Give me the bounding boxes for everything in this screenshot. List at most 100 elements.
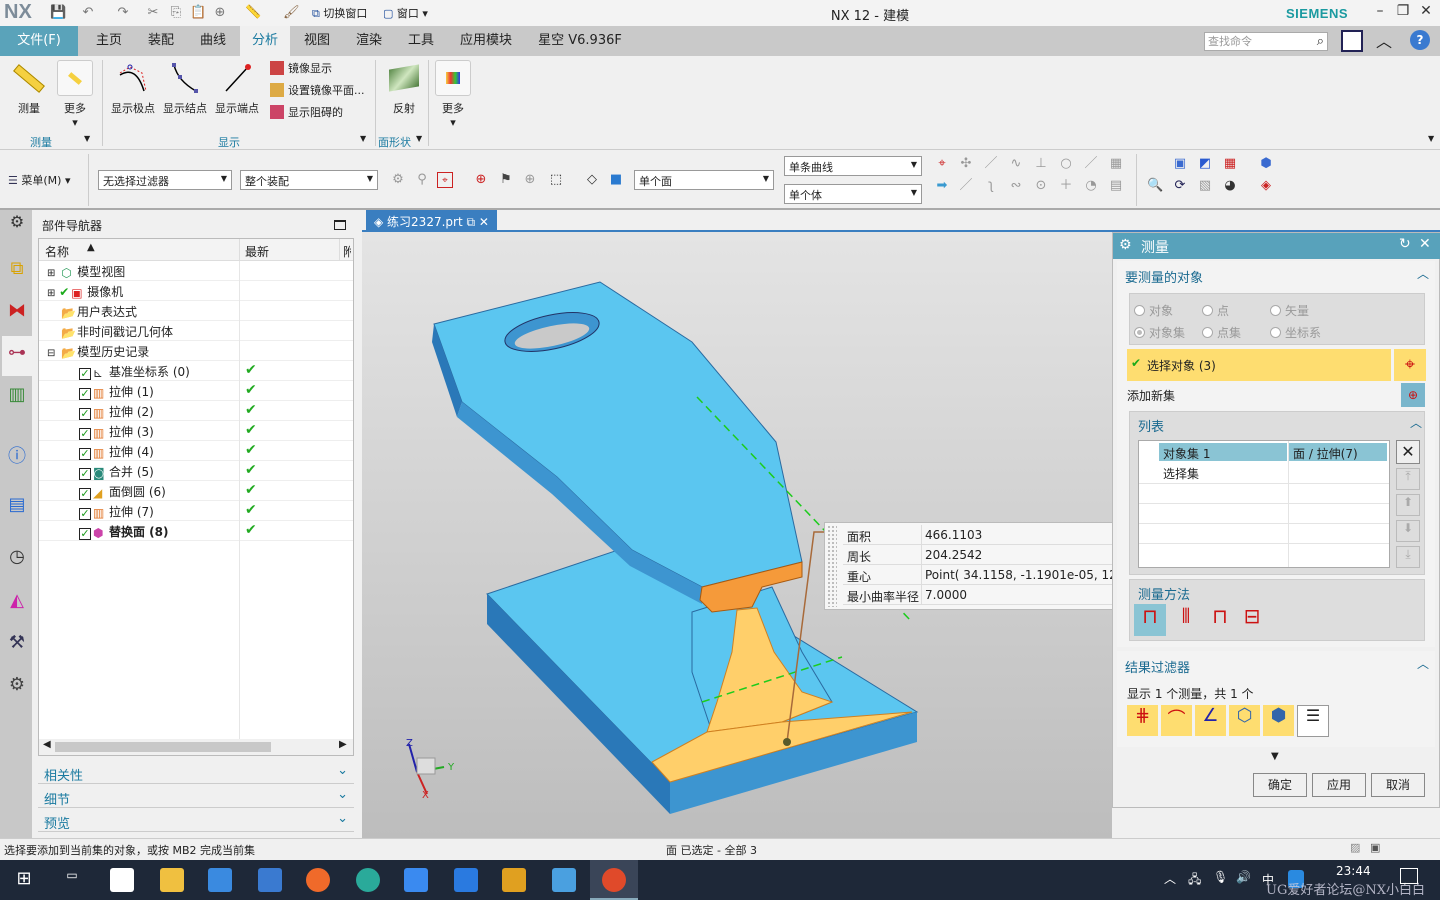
task-view-icon[interactable]: ▭ [60, 868, 84, 892]
visibility-checkbox[interactable]: ✓ [79, 468, 91, 480]
visibility-checkbox[interactable]: ✓ [79, 528, 91, 540]
cancel-button[interactable]: 取消 [1371, 773, 1425, 797]
search-icon[interactable]: ⌕ [1317, 33, 1324, 50]
clock[interactable]: 23:44 [1336, 864, 1371, 878]
tree-node[interactable]: ✓ ⬢ 替换面 (8) ✔ [39, 521, 353, 541]
arrow-icon[interactable]: ➡ [934, 178, 950, 194]
firefox-icon[interactable] [306, 868, 330, 892]
reflection-button[interactable]: 反射 [382, 60, 426, 116]
rotate-icon[interactable]: ⟳ [1172, 178, 1188, 194]
edge-icon[interactable] [356, 868, 380, 892]
filter-angle-icon[interactable]: ∠ [1195, 705, 1226, 736]
snap-icon[interactable]: ✣ [958, 156, 974, 172]
method-stacked-icon[interactable]: ⊟ [1236, 604, 1268, 636]
web-browser-icon[interactable]: ▤ [4, 494, 30, 520]
center-icon[interactable]: ⊙ [1033, 178, 1049, 194]
body-select-icon[interactable]: ■ [608, 172, 624, 188]
reuse-library-icon[interactable]: ▥ [4, 384, 30, 410]
maximize-icon[interactable] [334, 220, 346, 230]
selection-scope-dropdown[interactable]: 整个装配 [240, 170, 378, 190]
group-expand-icon[interactable]: ▼ [416, 134, 422, 143]
media-player-icon[interactable] [110, 868, 134, 892]
show-poles-button[interactable]: 显示极点 [108, 60, 158, 116]
visibility-checkbox[interactable]: ✓ [79, 368, 91, 380]
tab-file[interactable]: 文件(F) [0, 26, 78, 56]
tab-xingkong[interactable]: 星空 V6.936F [530, 26, 630, 56]
menu-button[interactable]: ☰ 菜单(M) ▾ [8, 172, 70, 188]
intersect-icon[interactable]: ⊥ [1033, 156, 1049, 172]
circle-icon[interactable]: ○ [1058, 156, 1074, 172]
tree-node[interactable]: ✓ ◙ 合并 (5) ✔ [39, 461, 353, 481]
tree-node[interactable]: ✓ ▥ 拉伸 (4) ✔ [39, 441, 353, 461]
palette-icon[interactable]: ◭ [4, 590, 30, 616]
network-icon[interactable]: 🖧 [1188, 870, 1201, 891]
external-icon[interactable]: ⧉ [467, 215, 476, 229]
measure-result-box[interactable]: 面积 466.1103 周长 204.2542 重心 Point( 34.1158, … [824, 522, 1115, 610]
ribbon-options-icon[interactable]: ▼ [1428, 134, 1434, 143]
fullscreen-icon[interactable] [1341, 30, 1363, 52]
expand-icon[interactable]: ⊞ [47, 268, 55, 279]
measure-button[interactable]: 测量 [6, 60, 52, 116]
face-snap-icon[interactable]: ◔ [1083, 178, 1099, 194]
reset-icon[interactable]: ↻ [1399, 236, 1411, 252]
radio-vector[interactable]: 矢量 [1270, 302, 1309, 319]
filter-list-icon[interactable]: ☰ [1297, 705, 1329, 737]
store-icon[interactable] [208, 868, 232, 892]
move-top-button[interactable]: ⤒ [1396, 468, 1420, 490]
shield-app-icon[interactable] [454, 868, 478, 892]
photos-icon[interactable] [552, 868, 576, 892]
help-icon[interactable]: ? [1410, 30, 1430, 50]
crosshair-select-button[interactable]: ⌖ [1394, 349, 1426, 381]
tab-curve[interactable]: 曲线 [188, 26, 238, 56]
add-new-set-button[interactable]: ⊕ [1401, 383, 1425, 407]
close-button[interactable]: ✕ [1416, 3, 1436, 19]
list-row-set1[interactable]: 对象集 1 [1159, 443, 1287, 461]
list-row-set1-value[interactable]: 面 / 拉伸(7) [1289, 443, 1387, 461]
curve-rule-dropdown[interactable]: 单条曲线 [784, 156, 922, 176]
tab-view[interactable]: 视图 [292, 26, 342, 56]
roles-icon[interactable]: ⚒ [4, 632, 30, 658]
render-style-icon[interactable]: ◕ [1222, 178, 1238, 194]
section-dependencies[interactable]: 相关性 ⌄ [38, 762, 354, 784]
delete-set-button[interactable]: ✕ [1396, 440, 1420, 464]
collapse-icon[interactable]: ⊟ [47, 348, 55, 359]
section-preview[interactable]: 预览 ⌄ [38, 810, 354, 832]
volume-icon[interactable]: 🔊 [1236, 870, 1251, 884]
tab-applications[interactable]: 应用模块 [450, 26, 522, 56]
column-latest[interactable]: 最新 [245, 243, 269, 260]
rectangle-select-icon[interactable]: ⬚ [548, 172, 564, 188]
constraint-navigator-icon[interactable]: ⧓ [4, 300, 30, 326]
filter-distance-icon[interactable]: ⋕ [1127, 705, 1158, 736]
visibility-checkbox[interactable]: ✓ [79, 448, 91, 460]
tab-tools[interactable]: 工具 [396, 26, 446, 56]
filter-arc-icon[interactable]: ⌒ [1161, 705, 1192, 736]
list-row-selection-set[interactable]: 选择集 [1159, 463, 1287, 481]
column-extra[interactable]: 附 [343, 243, 351, 260]
visibility-checkbox[interactable]: ✓ [79, 388, 91, 400]
move-bottom-button[interactable]: ⤓ [1396, 546, 1420, 568]
system-scene-icon[interactable]: ⚙ [4, 674, 30, 700]
tree-node[interactable]: ✓ ▥ 拉伸 (7) ✔ [39, 501, 353, 521]
visibility-checkbox[interactable]: ✓ [79, 428, 91, 440]
app-icon[interactable] [404, 868, 428, 892]
mail-icon[interactable] [258, 868, 282, 892]
select-feature-icon[interactable]: ⚑ [498, 172, 514, 188]
view-icon[interactable]: ▧ [1197, 178, 1213, 194]
visibility-checkbox[interactable]: ✓ [79, 508, 91, 520]
settings-icon[interactable]: ⚙ [4, 212, 30, 238]
move-down-button[interactable]: ⬇ [1396, 520, 1420, 542]
endpoint-snap-icon[interactable]: ／ [958, 178, 974, 194]
curve-snap-icon[interactable]: ∿ [1008, 156, 1024, 172]
tree-node[interactable]: 📂非时间戳记几何体 [39, 321, 353, 341]
tree-node[interactable]: ⊟ 📂模型历史记录 [39, 341, 353, 361]
show-blocking-button[interactable]: 显示阻碍的 [270, 102, 343, 122]
method-single-icon[interactable]: ⊓ [1134, 604, 1166, 636]
nx-taskbar-button[interactable] [590, 860, 638, 900]
tree-node[interactable]: ✓ ▥ 拉伸 (2) ✔ [39, 401, 353, 421]
tree-node[interactable]: 📂用户表达式 [39, 301, 353, 321]
ok-button[interactable]: 确定 [1253, 773, 1307, 797]
windows-start-icon[interactable]: ⊞ [12, 868, 36, 892]
zoom-fit-icon[interactable]: 🔍 [1147, 178, 1163, 194]
tab-assembly[interactable]: 装配 [136, 26, 186, 56]
method-multiple-icon[interactable]: ⫴ [1170, 604, 1202, 636]
